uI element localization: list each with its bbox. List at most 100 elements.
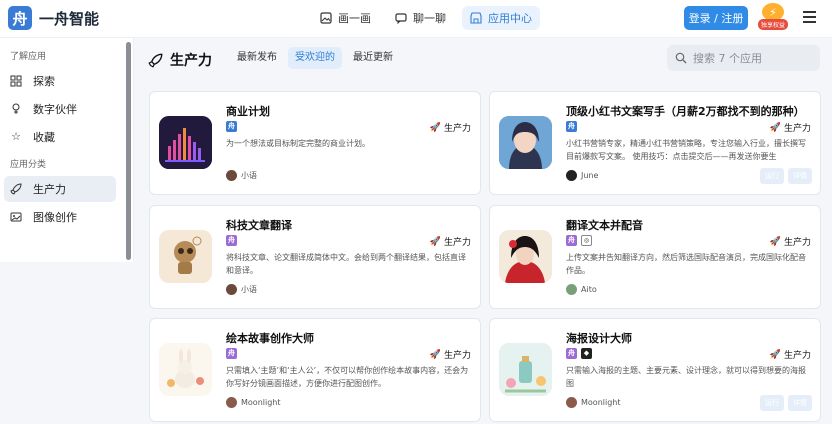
category-label: 生产力 bbox=[783, 351, 811, 361]
sidebar-item-explore[interactable]: 探索 bbox=[4, 68, 116, 94]
rocket-icon bbox=[148, 53, 163, 68]
avatar bbox=[226, 170, 237, 181]
store-icon bbox=[470, 12, 482, 24]
sidebar-item-productivity[interactable]: 生产力 bbox=[4, 176, 116, 202]
main-nav: 画一画 聊一聊 应用中心 bbox=[312, 6, 540, 30]
category-label: 生产力 bbox=[443, 351, 471, 361]
app-description: 上传文案并告知翻译方向，然后筛选国际配音演员，完成国际化配音作品。 bbox=[566, 253, 806, 275]
sidebar-section-learn: 了解应用 bbox=[10, 52, 47, 62]
sidebar-item-label: 生产力 bbox=[33, 183, 66, 196]
vip-badge[interactable]: ⚡ 独享权益 bbox=[757, 3, 789, 35]
sidebar-section-categories: 应用分类 bbox=[10, 160, 47, 170]
app-card[interactable]: 翻译文本并配音 舟 ◎ 🚀 生产力 上传文案并告知翻译方向，然后筛选国际配音演员，完… bbox=[489, 205, 821, 309]
app-card[interactable]: 科技文章翻译 舟 🚀 生产力 将科技文章、论文翻译成简体中文。会给到两个翻译结果，… bbox=[149, 205, 481, 309]
author-name: 小语 bbox=[241, 171, 257, 180]
model-badge-icon: 舟 bbox=[226, 121, 237, 132]
sidebar-item-partner[interactable]: 数字伙伴 bbox=[4, 96, 116, 122]
rocket-icon: 🚀 bbox=[769, 122, 781, 133]
author: Aito bbox=[566, 284, 597, 295]
app-thumbnail bbox=[499, 343, 552, 396]
model-badge-icon: 舟 bbox=[566, 121, 577, 132]
logo[interactable]: 舟 一舟智能 bbox=[8, 6, 99, 30]
nav-draw[interactable]: 画一画 bbox=[312, 6, 379, 30]
author: 小语 bbox=[226, 170, 257, 181]
sidebar: 了解应用 探索 数字伙伴 ☆ 收藏 应用分类 生产力 图像创作 bbox=[0, 38, 134, 262]
run-button[interactable]: 运行 bbox=[760, 395, 784, 411]
app-thumbnail bbox=[159, 116, 212, 169]
rocket-icon bbox=[10, 183, 22, 195]
app-card[interactable]: 绘本故事创作大师 舟 🚀 生产力 只需填入‘主题’和‘主人公’，不仅可以帮你创作绘… bbox=[149, 318, 481, 422]
rocket-icon: 🚀 bbox=[769, 236, 781, 247]
run-button[interactable]: 运行 bbox=[760, 168, 784, 184]
app-name: 一舟智能 bbox=[39, 9, 100, 28]
avatar bbox=[566, 170, 577, 181]
category-label: 生产力 bbox=[783, 124, 811, 134]
app-title: 商业计划 bbox=[226, 105, 270, 118]
app-description: 只需填入‘主题’和‘主人公’，不仅可以帮你创作绘本故事内容，还会为你写好分镜画面… bbox=[226, 366, 469, 388]
category-tag: 🚀 生产力 bbox=[429, 235, 471, 249]
sidebar-item-favorites[interactable]: ☆ 收藏 bbox=[4, 124, 116, 150]
app-card[interactable]: 商业计划 舟 🚀 生产力 为一个想法或目标制定完整的商业计划。 小语 bbox=[149, 91, 481, 195]
search-box bbox=[667, 45, 820, 71]
avatar bbox=[566, 397, 577, 408]
partner-icon bbox=[12, 103, 20, 114]
logo-icon: 舟 bbox=[8, 6, 32, 30]
category-tag: 🚀 生产力 bbox=[770, 348, 811, 362]
author-name: Aito bbox=[581, 285, 597, 294]
app-card[interactable]: 顶级小红书文案写手（月薪2万都找不到的那种） 舟 🚀 生产力 小红书营销专家，精通… bbox=[489, 91, 821, 195]
star-icon: ☆ bbox=[11, 130, 21, 143]
hamburger-menu-icon[interactable] bbox=[803, 11, 816, 24]
nav-app-center-label: 应用中心 bbox=[488, 12, 532, 25]
sidebar-item-label: 图像创作 bbox=[33, 211, 77, 224]
tab-popular[interactable]: 受欢迎的 bbox=[288, 47, 342, 69]
category-tag: 🚀 生产力 bbox=[429, 348, 471, 362]
author-name: Moonlight bbox=[241, 398, 281, 407]
nav-chat-label: 聊一聊 bbox=[413, 12, 446, 25]
author-name: June bbox=[581, 171, 599, 180]
nav-app-center[interactable]: 应用中心 bbox=[462, 6, 540, 30]
model-badge-icon: 舟 bbox=[226, 348, 237, 359]
category-tag: 🚀 生产力 bbox=[429, 121, 471, 135]
audio-icon: ◎ bbox=[581, 235, 592, 246]
search-input[interactable] bbox=[693, 51, 813, 65]
app-description: 将科技文章、论文翻译成简体中文。会给到两个翻译结果，包括直译和意译。 bbox=[226, 253, 466, 275]
image-tool-icon: ◆ bbox=[581, 348, 592, 359]
app-thumbnail bbox=[159, 230, 212, 283]
details-button[interactable]: 详情 bbox=[788, 395, 812, 411]
sidebar-item-label: 探索 bbox=[33, 75, 55, 88]
category-tag: 🚀 生产力 bbox=[769, 121, 811, 135]
rocket-icon: 🚀 bbox=[429, 236, 441, 247]
category-tag: 🚀 生产力 bbox=[769, 235, 811, 249]
rocket-icon: 🚀 bbox=[429, 349, 441, 360]
tab-recent[interactable]: 最近更新 bbox=[346, 47, 400, 69]
model-badge-icon: 舟 bbox=[226, 235, 237, 246]
sidebar-item-image-creation[interactable]: 图像创作 bbox=[4, 204, 116, 230]
app-description: 只需输入海报的主题、主要元素、设计理念，就可以得到想要的海报图 bbox=[566, 366, 806, 388]
nav-chat[interactable]: 聊一聊 bbox=[387, 6, 454, 30]
model-badge-icon: 舟 bbox=[566, 235, 577, 246]
page-title-text: 生产力 bbox=[170, 53, 212, 69]
author-name: Moonlight bbox=[581, 398, 621, 407]
avatar bbox=[566, 284, 577, 295]
app-thumbnail bbox=[499, 116, 552, 169]
author: Moonlight bbox=[226, 397, 281, 408]
avatar bbox=[226, 397, 237, 408]
sidebar-scrollbar[interactable] bbox=[126, 42, 131, 260]
category-label: 生产力 bbox=[443, 124, 471, 134]
sidebar-item-label: 收藏 bbox=[33, 131, 55, 144]
app-card[interactable]: 海报设计大师 舟 ◆ 🚀 生产力 只需输入海报的主题、主要元素、设计理念，就可以得到… bbox=[489, 318, 821, 422]
sidebar-item-label: 数字伙伴 bbox=[33, 103, 77, 116]
app-title: 科技文章翻译 bbox=[226, 219, 292, 232]
vip-label: 独享权益 bbox=[757, 19, 788, 30]
rocket-icon: 🚀 bbox=[429, 122, 441, 133]
details-button[interactable]: 详情 bbox=[788, 168, 812, 184]
app-title: 翻译文本并配音 bbox=[566, 219, 643, 232]
app-description: 小红书营销专家，精通小红书营销策略，专注您输入行业，擅长撰写目前爆款写文案。 使… bbox=[566, 139, 806, 161]
login-button[interactable]: 登录 / 注册 bbox=[684, 6, 748, 30]
tab-latest[interactable]: 最新发布 bbox=[230, 47, 284, 69]
category-label: 生产力 bbox=[783, 238, 811, 248]
app-thumbnail bbox=[159, 343, 212, 396]
app-description: 为一个想法或目标制定完整的商业计划。 bbox=[226, 139, 370, 148]
author-name: 小语 bbox=[241, 285, 257, 294]
nav-draw-label: 画一画 bbox=[338, 12, 371, 25]
